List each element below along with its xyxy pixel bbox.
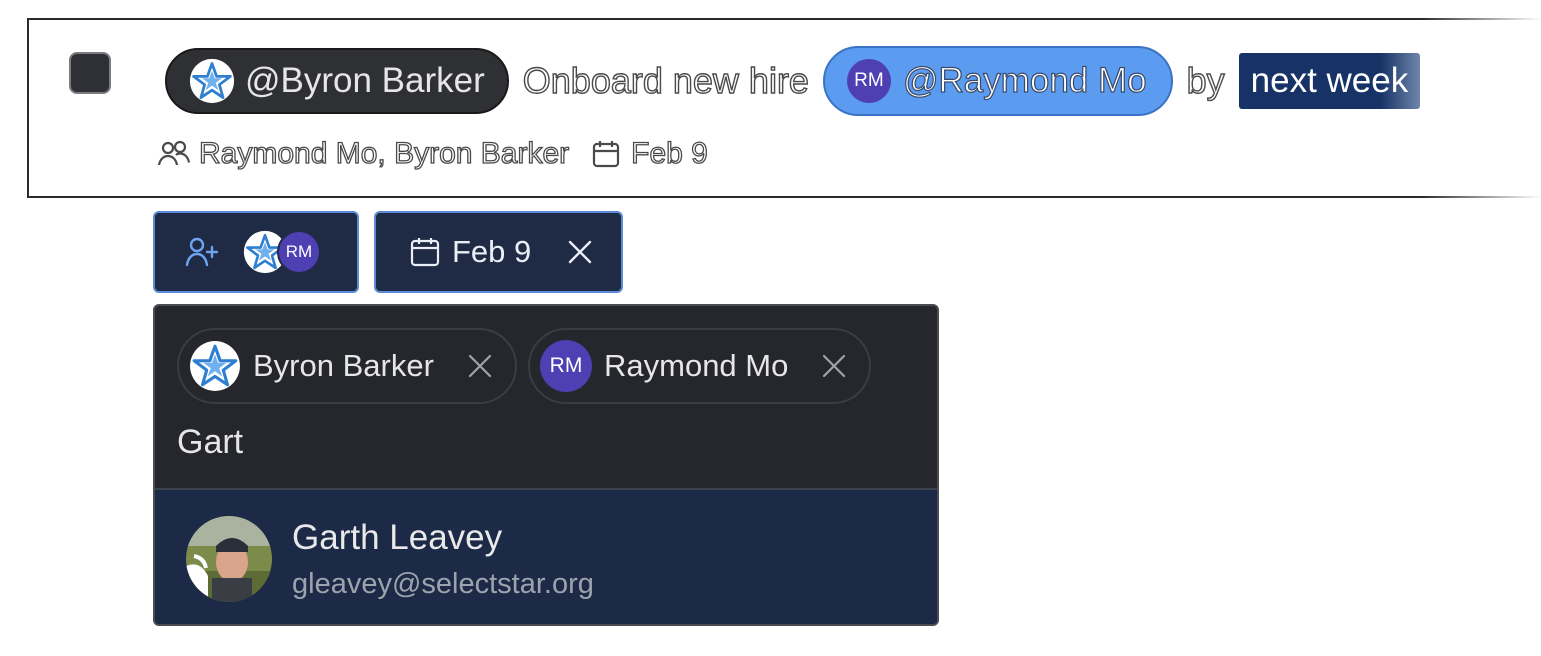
task-text-by: by — [1186, 59, 1225, 101]
mention-byron-barker[interactable]: @Byron Barker — [165, 48, 509, 114]
search-result-item[interactable]: Garth Leavey gleavey@selectstar.org — [155, 488, 937, 624]
meta-assignees: Raymond Mo, Byron Barker — [198, 136, 570, 170]
user-photo-avatar — [186, 516, 272, 602]
close-icon[interactable] — [467, 353, 493, 379]
result-name: Garth Leavey — [292, 518, 503, 557]
mention-raymond-label: @Raymond Mo — [902, 60, 1147, 100]
meta-date: Feb 9 — [630, 136, 708, 170]
result-email: gleavey@selectstar.org — [292, 568, 594, 600]
task-text: Onboard new hire — [522, 59, 810, 101]
due-date-button[interactable]: Feb 9 — [374, 211, 623, 293]
selected-assignee-label: Byron Barker — [253, 348, 434, 383]
mention-byron-label: @Byron Barker — [245, 61, 485, 100]
close-icon[interactable] — [567, 239, 593, 265]
calendar-icon — [410, 238, 440, 267]
assignee-avatars: RM — [243, 230, 327, 274]
assignee-search-input[interactable] — [177, 418, 777, 466]
close-icon[interactable] — [821, 353, 847, 379]
star-avatar-icon — [189, 58, 235, 104]
raymond-avatar: RM — [846, 59, 891, 103]
mention-raymond-mo[interactable]: RM @Raymond Mo — [822, 46, 1173, 116]
selected-assignee-label: Raymond Mo — [604, 348, 789, 383]
task-meta: Raymond Mo, Byron Barker Feb 9 — [157, 136, 709, 171]
raymond-avatar: RM — [540, 340, 592, 392]
user-plus-icon — [185, 237, 219, 267]
selected-assignee-raymond: RM Raymond Mo — [528, 328, 871, 404]
due-date-label: Feb 9 — [452, 234, 532, 269]
star-avatar-icon — [190, 341, 240, 391]
task-title[interactable]: @Byron Barker Onboard new hire RM @Raymo… — [165, 46, 1421, 116]
raymond-avatar: RM — [277, 230, 321, 274]
assignees-button[interactable]: RM — [153, 211, 359, 293]
task-checkbox[interactable] — [69, 52, 111, 94]
calendar-icon — [593, 141, 620, 168]
due-date-chip[interactable]: next week — [1238, 53, 1421, 109]
selected-assignee-byron: Byron Barker — [177, 328, 517, 404]
users-icon — [157, 140, 191, 166]
task-card: @Byron Barker Onboard new hire RM @Raymo… — [27, 18, 1541, 198]
assignee-dropdown: Byron Barker RM Raymond Mo Gart Garth Le… — [153, 304, 939, 626]
